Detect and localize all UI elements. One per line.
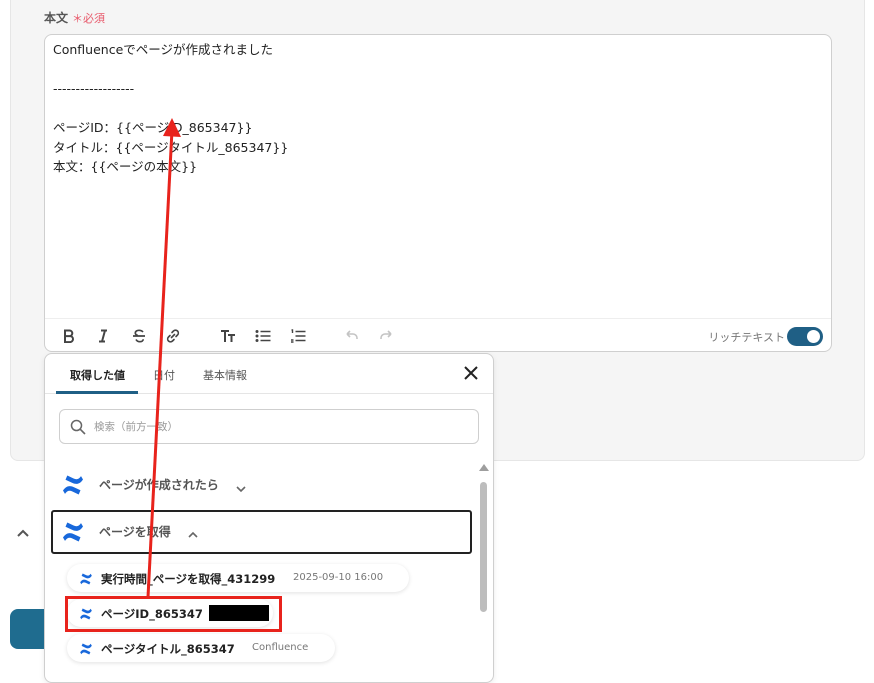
tab-basic-info[interactable]: 基本情報 (203, 367, 247, 383)
collapse-chevron-icon[interactable] (14, 524, 32, 542)
item-label: 実行時間_ページを取得_431299 (101, 572, 276, 586)
close-icon[interactable] (462, 364, 480, 382)
required-mark: ＊必須 (72, 12, 106, 25)
rich-text-label: リッチテキスト (708, 331, 785, 344)
picker-tabs: 取得した値 日付 基本情報 (45, 354, 493, 394)
rich-text-toggle[interactable] (787, 327, 823, 346)
section-page-created[interactable]: ページが作成されたら (51, 463, 471, 507)
item-value: Confluence (252, 642, 309, 653)
bullet-list-icon[interactable] (254, 327, 272, 345)
value-picker-panel: 取得した値 日付 基本情報 ページが作成されたら ページを取得 (44, 353, 494, 683)
undo-icon[interactable] (342, 327, 360, 345)
editor-line: タイトル：{{ページタイトル_865347}} (53, 139, 289, 155)
editor-line: ページID：{{ページID_865347}} (53, 120, 253, 135)
toggle-knob (807, 330, 820, 343)
chevron-up-icon (187, 526, 199, 538)
body-editor[interactable]: Confluenceでページが作成されました -----------------… (44, 34, 832, 352)
section-label: ページが作成されたら (99, 478, 219, 492)
text-size-icon[interactable] (219, 327, 237, 345)
value-item-page-title[interactable]: ページタイトル_865347 Confluence (67, 634, 335, 662)
item-value: 2025-09-10 16:00 (293, 572, 384, 583)
confluence-logo-icon (61, 520, 85, 544)
annotation-highlight-box (65, 596, 282, 632)
strikethrough-icon[interactable] (130, 327, 148, 345)
scrollbar[interactable] (479, 464, 489, 682)
field-label-text: 本文 (44, 11, 69, 25)
search-icon (70, 419, 86, 435)
item-label: ページタイトル_865347 (101, 642, 235, 656)
confluence-logo-icon (79, 571, 93, 585)
redo-icon[interactable] (378, 327, 396, 345)
search-input[interactable] (92, 416, 462, 438)
link-icon[interactable] (164, 327, 182, 345)
value-item-exec-time[interactable]: 実行時間_ページを取得_431299 2025-09-10 16:00 (67, 564, 409, 592)
scroll-up-arrow-icon[interactable] (479, 464, 489, 471)
field-label: 本文 ＊必須 (44, 9, 105, 26)
section-label: ページを取得 (99, 525, 171, 539)
italic-icon[interactable] (94, 327, 112, 345)
editor-line: ------------------ (53, 81, 135, 96)
editor-toolbar: リッチテキスト (45, 318, 831, 352)
section-get-page[interactable]: ページを取得 (51, 510, 472, 554)
primary-button-edge[interactable] (10, 609, 44, 649)
confluence-logo-icon (79, 641, 93, 655)
tab-acquired-values[interactable]: 取得した値 (70, 367, 125, 383)
tab-date[interactable]: 日付 (153, 367, 175, 383)
scroll-thumb[interactable] (480, 482, 487, 612)
confluence-logo-icon (61, 473, 85, 497)
editor-content[interactable]: Confluenceでページが作成されました -----------------… (53, 40, 288, 177)
bold-icon[interactable] (60, 327, 78, 345)
numbered-list-icon[interactable] (289, 327, 307, 345)
editor-line: 本文：{{ページの本文}} (53, 159, 198, 174)
active-tab-indicator (56, 391, 138, 394)
chevron-down-icon (235, 480, 247, 493)
editor-line: Confluenceでページが作成されました (53, 42, 274, 57)
search-box (59, 409, 479, 444)
